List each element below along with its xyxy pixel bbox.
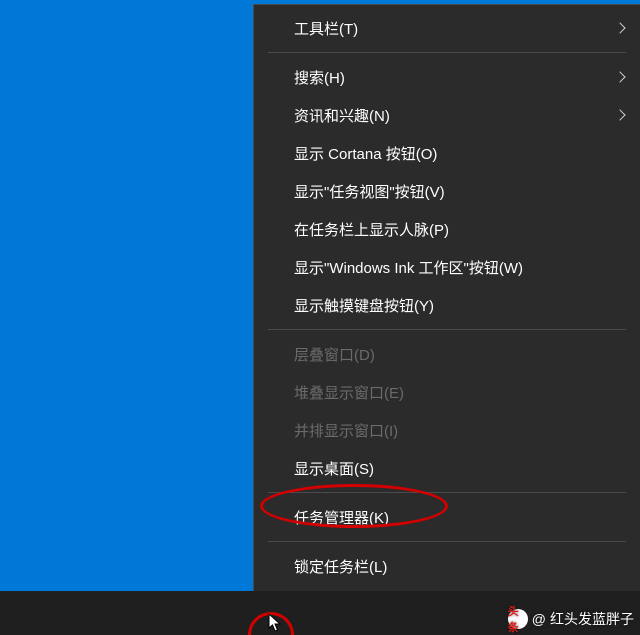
menu-item-show-desktop[interactable]: 显示桌面(S) bbox=[254, 449, 640, 487]
menu-item-label: 并排显示窗口(I) bbox=[294, 420, 398, 441]
menu-separator bbox=[268, 329, 626, 330]
watermark-prefix: @ bbox=[532, 611, 546, 627]
menu-item-label: 显示触摸键盘按钮(Y) bbox=[294, 295, 434, 316]
menu-item-label: 堆叠显示窗口(E) bbox=[294, 382, 404, 403]
menu-item-task-manager[interactable]: 任务管理器(K) bbox=[254, 498, 640, 536]
menu-item-news-interests[interactable]: 资讯和兴趣(N) bbox=[254, 96, 640, 134]
menu-item-label: 搜索(H) bbox=[294, 67, 345, 88]
menu-item-cascade-windows: 层叠窗口(D) bbox=[254, 335, 640, 373]
menu-separator bbox=[268, 541, 626, 542]
menu-item-label: 资讯和兴趣(N) bbox=[294, 105, 390, 126]
watermark: 头条 @ 红头发蓝胖子 bbox=[508, 609, 634, 629]
menu-item-label: 层叠窗口(D) bbox=[294, 344, 375, 365]
menu-item-label: 锁定任务栏(L) bbox=[294, 556, 387, 577]
menu-item-label: 工具栏(T) bbox=[294, 18, 358, 39]
menu-item-label: 任务管理器(K) bbox=[294, 507, 389, 528]
menu-separator bbox=[268, 492, 626, 493]
menu-item-label: 显示 Cortana 按钮(O) bbox=[294, 143, 437, 164]
taskbar-context-menu: 工具栏(T) 搜索(H) 资讯和兴趣(N) 显示 Cortana 按钮(O) 显… bbox=[253, 4, 640, 628]
watermark-author: 红头发蓝胖子 bbox=[550, 609, 634, 629]
menu-item-lock-taskbar[interactable]: 锁定任务栏(L) bbox=[254, 547, 640, 585]
menu-item-show-cortana[interactable]: 显示 Cortana 按钮(O) bbox=[254, 134, 640, 172]
menu-item-stack-windows: 堆叠显示窗口(E) bbox=[254, 373, 640, 411]
menu-item-label: 在任务栏上显示人脉(P) bbox=[294, 219, 449, 240]
menu-item-toolbars[interactable]: 工具栏(T) bbox=[254, 9, 640, 47]
menu-item-show-people[interactable]: 在任务栏上显示人脉(P) bbox=[254, 210, 640, 248]
menu-item-show-touch-keyboard[interactable]: 显示触摸键盘按钮(Y) bbox=[254, 286, 640, 324]
menu-item-search[interactable]: 搜索(H) bbox=[254, 58, 640, 96]
menu-item-label: 显示"Windows Ink 工作区"按钮(W) bbox=[294, 257, 523, 278]
menu-separator bbox=[268, 52, 626, 53]
watermark-badge: 头条 bbox=[508, 609, 528, 629]
menu-item-label: 显示桌面(S) bbox=[294, 458, 374, 479]
menu-item-show-taskview[interactable]: 显示"任务视图"按钮(V) bbox=[254, 172, 640, 210]
desktop-background: 工具栏(T) 搜索(H) 资讯和兴趣(N) 显示 Cortana 按钮(O) 显… bbox=[0, 0, 640, 635]
menu-item-sidebyside-windows: 并排显示窗口(I) bbox=[254, 411, 640, 449]
menu-item-label: 显示"任务视图"按钮(V) bbox=[294, 181, 445, 202]
menu-item-show-windows-ink[interactable]: 显示"Windows Ink 工作区"按钮(W) bbox=[254, 248, 640, 286]
